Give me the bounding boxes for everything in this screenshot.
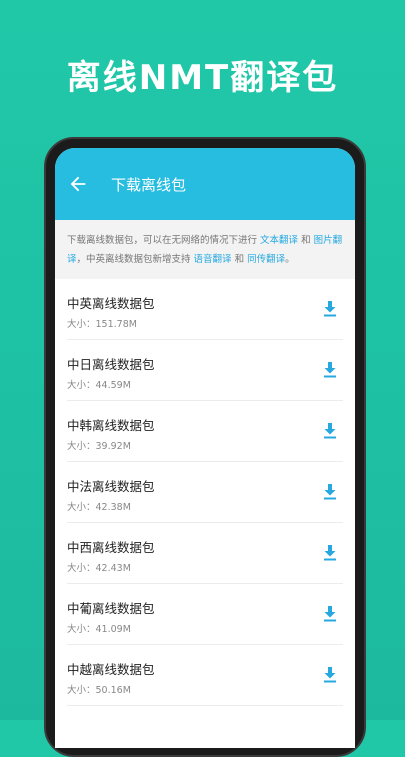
list-item: 中越离线数据包 大小：50.16M [67,645,343,706]
download-icon[interactable] [323,301,337,317]
download-icon[interactable] [323,606,337,622]
notice-text: 。 [285,254,295,265]
text-translation-link[interactable]: 文本翻译 [260,235,298,246]
simultaneous-translation-link[interactable]: 同传翻译 [247,254,285,265]
offline-notice: 下载离线数据包，可以在无网络的情况下进行 文本翻译 和 图片翻译，中英离线数据包… [55,220,355,279]
notice-text: 下载离线数据包，可以在无网络的情况下进行 [67,235,261,246]
download-icon[interactable] [323,362,337,378]
voice-translation-link[interactable]: 语音翻译 [194,254,232,265]
promo-title: 离线NMT翻译包 [66,58,339,98]
package-size: 大小：44.59M [67,380,131,391]
notice-text: 和 [231,254,248,265]
notice-text: ，中英离线数据包新增支持 [76,254,194,265]
package-size: 大小：42.38M [67,502,131,513]
list-item: 中韩离线数据包 大小：39.92M [67,401,343,462]
package-name: 中英离线数据包 [67,296,155,311]
download-icon[interactable] [323,423,337,439]
package-size: 大小：151.78M [67,319,137,330]
app-screen: 下载离线包 下载离线数据包，可以在无网络的情况下进行 文本翻译 和 图片翻译，中… [55,148,355,748]
list-item: 中葡离线数据包 大小：41.09M [67,584,343,645]
list-item: 中日离线数据包 大小：44.59M [67,340,343,401]
list-item: 中英离线数据包 大小：151.78M [67,279,343,340]
page-title: 下载离线包 [111,176,187,194]
package-name: 中日离线数据包 [67,357,155,372]
package-name: 中韩离线数据包 [67,418,155,433]
package-name: 中越离线数据包 [67,662,155,677]
package-size: 大小：39.92M [67,441,131,452]
package-name: 中西离线数据包 [67,540,155,555]
package-size: 大小：41.09M [67,624,131,635]
download-icon[interactable] [323,545,337,561]
arrow-left-icon[interactable] [67,173,89,195]
app-bar: 下载离线包 [55,148,355,220]
package-size: 大小：42.43M [67,563,131,574]
list-item: 中法离线数据包 大小：42.38M [67,462,343,523]
list-item: 中西离线数据包 大小：42.43M [67,523,343,584]
package-list: 中英离线数据包 大小：151.78M 中日离线数据包 大小：44.59M 中韩离… [55,279,355,706]
notice-text: 和 [298,235,314,246]
download-icon[interactable] [323,667,337,683]
package-size: 大小：50.16M [67,685,131,696]
package-name: 中葡离线数据包 [67,601,155,616]
package-name: 中法离线数据包 [67,479,155,494]
download-icon[interactable] [323,484,337,500]
